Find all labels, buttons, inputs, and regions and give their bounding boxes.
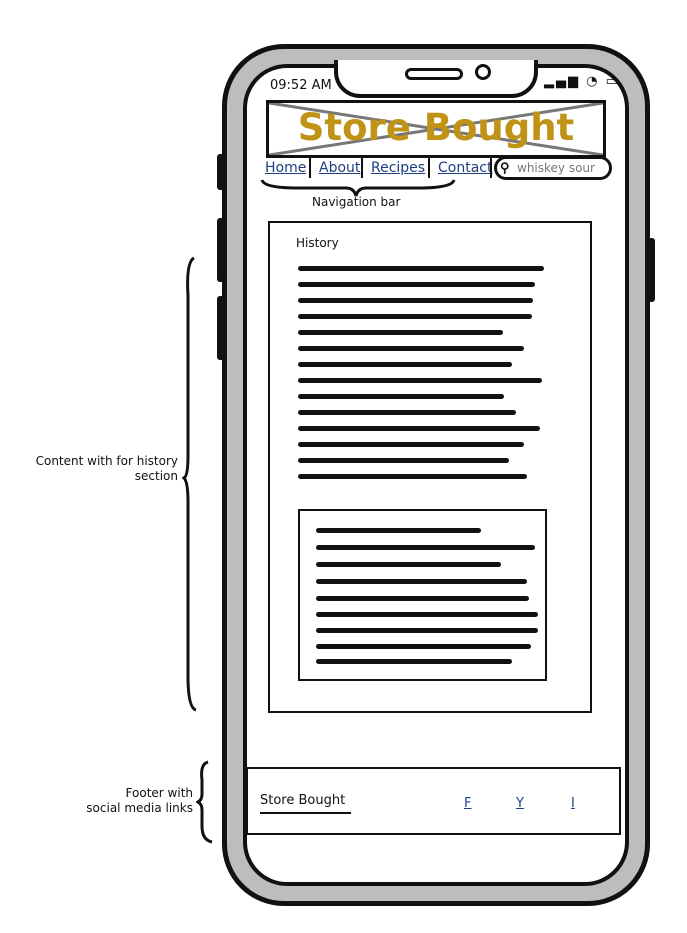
nav-separator: [309, 158, 311, 178]
text-line: [298, 410, 516, 415]
signal-icon: ▂▄▆: [544, 74, 580, 89]
text-line: [298, 266, 544, 271]
footer-brand-underline: [260, 812, 351, 814]
text-line: [316, 596, 529, 601]
camera-icon: [475, 64, 491, 80]
footer-annotation-brace: [196, 760, 213, 844]
content-annotation-brace: [182, 256, 197, 712]
social-link-instagram[interactable]: I: [571, 796, 575, 811]
search-placeholder: whiskey sour: [517, 161, 595, 175]
text-line: [316, 579, 527, 584]
social-link-facebook[interactable]: F: [464, 796, 471, 811]
text-line: [298, 330, 503, 335]
text-line: [316, 562, 501, 567]
content-annotation: Content with for history section: [35, 454, 178, 483]
text-line: [298, 314, 532, 319]
history-callout: [298, 509, 547, 681]
nav-link-contact[interactable]: Contact: [438, 160, 492, 176]
text-line: [298, 474, 527, 479]
footer-annotation: Footer with social media links: [86, 786, 193, 815]
text-line: [298, 378, 542, 383]
text-line: [298, 282, 535, 287]
history-title: History: [296, 236, 339, 250]
search-icon: ⚲: [500, 160, 510, 175]
text-line: [316, 545, 535, 550]
phone-speaker: [405, 68, 463, 80]
battery-icon: ▭: [605, 74, 620, 89]
wifi-icon: ◔: [586, 74, 600, 89]
nav-annotation: Navigation bar: [312, 195, 401, 209]
text-line: [316, 612, 538, 617]
site-logo-text[interactable]: Store Bought: [266, 106, 606, 149]
text-line: [298, 442, 524, 447]
text-line: [316, 628, 538, 633]
text-line: [298, 426, 540, 431]
footer-brand[interactable]: Store Bought: [260, 793, 345, 808]
social-link-youtube[interactable]: Y: [516, 796, 524, 811]
nav-separator: [428, 158, 430, 178]
nav-link-about[interactable]: About: [319, 160, 360, 176]
text-line: [316, 528, 481, 533]
text-line: [298, 458, 509, 463]
text-line: [316, 644, 531, 649]
text-line: [298, 346, 524, 351]
text-line: [316, 659, 512, 664]
nav-separator: [490, 158, 492, 178]
search-input[interactable]: whiskey sour: [494, 156, 612, 180]
nav-separator: [361, 158, 363, 178]
text-line: [298, 394, 504, 399]
text-line: [298, 298, 533, 303]
status-time: 09:52 AM: [270, 78, 332, 93]
text-line: [298, 362, 512, 367]
status-icons: ▂▄▆ ◔ ▭: [544, 74, 620, 89]
nav-link-home[interactable]: Home: [265, 160, 306, 176]
nav-link-recipes[interactable]: Recipes: [371, 160, 425, 176]
